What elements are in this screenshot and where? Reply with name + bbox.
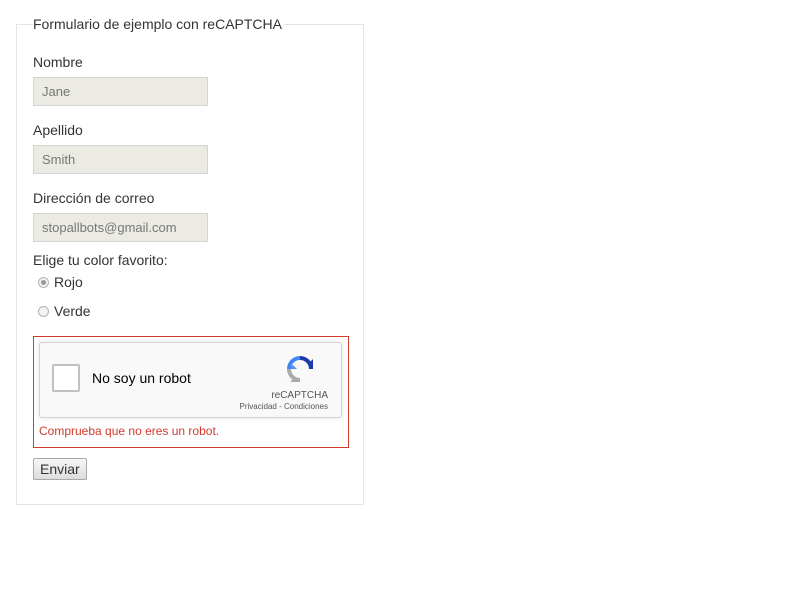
recaptcha-brand: reCAPTCHA	[271, 390, 328, 401]
email-input[interactable]: stopallbots@gmail.com	[33, 213, 208, 242]
first-name-label: Nombre	[33, 54, 83, 70]
recaptcha-links: Privacidad - Condiciones	[240, 402, 329, 411]
recaptcha-logo-icon	[287, 356, 313, 382]
form-legend: Formulario de ejemplo con reCAPTCHA	[33, 15, 284, 33]
last-name-input[interactable]: Smith	[33, 145, 208, 174]
email-label: Dirección de correo	[33, 190, 155, 206]
radio-label-verde[interactable]: Verde	[54, 303, 91, 319]
submit-button[interactable]: Enviar	[33, 458, 87, 480]
recaptcha-terms-link[interactable]: Condiciones	[284, 402, 328, 411]
recaptcha-checkbox[interactable]	[52, 364, 80, 392]
recaptcha-links-separator: -	[276, 402, 284, 411]
radio-option-rojo[interactable]: Rojo	[38, 273, 83, 291]
first-name-input[interactable]: Jane	[33, 77, 208, 106]
radio-label-rojo[interactable]: Rojo	[54, 274, 83, 290]
last-name-label: Apellido	[33, 122, 83, 138]
radio-button-rojo[interactable]	[38, 276, 49, 288]
recaptcha-widget: No soy un robot reCAPTCHA Privacidad - C…	[39, 342, 342, 418]
captcha-error-message: Comprueba que no eres un robot.	[39, 424, 220, 438]
recaptcha-checkbox-label[interactable]: No soy un robot	[92, 370, 191, 386]
radio-option-verde[interactable]: Verde	[38, 302, 91, 320]
recaptcha-privacy-link[interactable]: Privacidad	[240, 402, 277, 411]
radio-button-verde[interactable]	[38, 305, 49, 317]
color-question-label: Elige tu color favorito:	[33, 252, 168, 268]
